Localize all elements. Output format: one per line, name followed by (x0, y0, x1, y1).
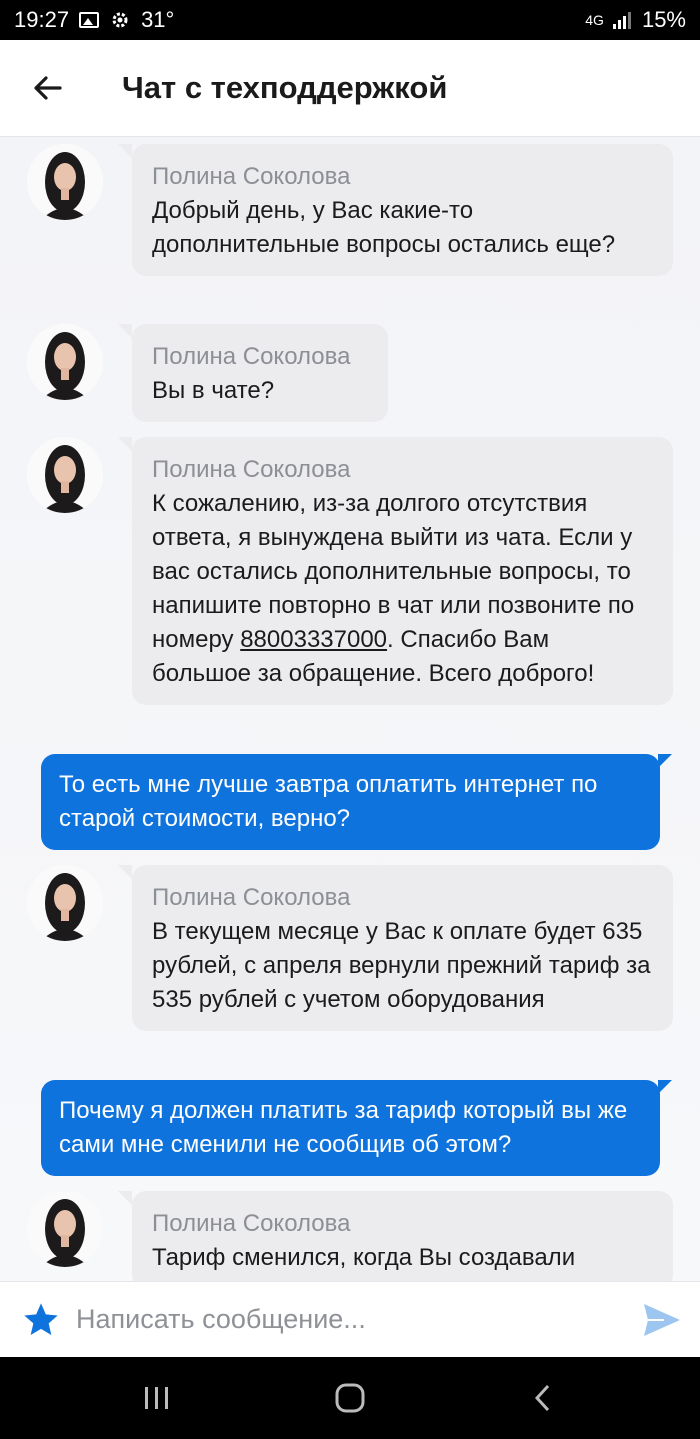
avatar (27, 144, 103, 220)
recents-icon (144, 1387, 168, 1409)
sender-name: Полина Соколова (152, 456, 351, 483)
chat-messages[interactable]: Полина Соколова Добрый день, у Вас какие… (0, 137, 700, 1281)
status-time: 19:27 (14, 7, 70, 32)
page-title: Чат с техподдержкой (122, 70, 448, 105)
message-bubble: Полина Соколова В текущем месяце у Вас к… (118, 865, 673, 1031)
home-button[interactable] (310, 1368, 390, 1428)
avatar (27, 437, 103, 513)
status-bar: 19:27 31° 4G 15% (0, 0, 700, 40)
send-icon (644, 1303, 680, 1336)
message-text: К сожалению, из-за долгого отсутствия от… (152, 487, 653, 691)
avatar (27, 324, 103, 400)
sender-name: Полина Соколова (152, 163, 351, 190)
back-button[interactable] (0, 40, 100, 137)
favorite-button[interactable] (0, 1282, 76, 1358)
signal-icon (612, 12, 631, 29)
home-icon (335, 1383, 365, 1413)
message-text: Добрый день, у Вас какие-то дополнительн… (152, 197, 616, 258)
chat-header: Чат с техподдержкой (0, 40, 700, 137)
message-bubble: Полина Соколова К сожалению, из-за долго… (118, 437, 673, 705)
nav-back-button[interactable] (503, 1368, 583, 1428)
message-text: В текущем месяце у Вас к оплате будет 63… (152, 918, 651, 1013)
settings-notification-icon (112, 12, 128, 28)
message-bubble: Полина Соколова Добрый день, у Вас какие… (118, 144, 673, 276)
avatar (27, 1191, 103, 1267)
message-input[interactable] (76, 1304, 624, 1335)
system-navigation-bar (0, 1357, 700, 1439)
message-text: Вы в чате? (152, 377, 275, 404)
network-type: 4G (585, 12, 604, 28)
message-text: Тариф сменился, когда Вы создавали (152, 1244, 576, 1271)
status-temperature: 31° (141, 7, 175, 32)
outgoing-message: Почему я должен платить за тариф который… (41, 1080, 672, 1176)
sender-name: Полина Соколова (152, 343, 351, 370)
send-button[interactable] (624, 1282, 700, 1358)
phone-link[interactable]: 88003337000 (240, 626, 387, 653)
arrow-left-icon (34, 76, 62, 100)
message-composer (0, 1281, 700, 1357)
message-bubble: Полина Соколова Вы в чате? (118, 324, 388, 422)
sender-name: Полина Соколова (152, 884, 351, 911)
recents-button[interactable] (117, 1368, 197, 1428)
star-icon (24, 1302, 58, 1335)
message-bubble: Полина Соколова Тариф сменился, когда Вы… (118, 1191, 673, 1281)
message-text: Почему я должен платить за тариф который… (59, 1097, 628, 1158)
battery-level: 15% (641, 7, 686, 32)
sender-name: Полина Соколова (152, 1210, 351, 1237)
gallery-notification-icon (79, 12, 100, 28)
message-text: То есть мне лучше завтра оплатить интерн… (59, 771, 598, 832)
chevron-left-icon (535, 1384, 550, 1412)
outgoing-message: То есть мне лучше завтра оплатить интерн… (41, 754, 672, 850)
avatar (27, 865, 103, 941)
